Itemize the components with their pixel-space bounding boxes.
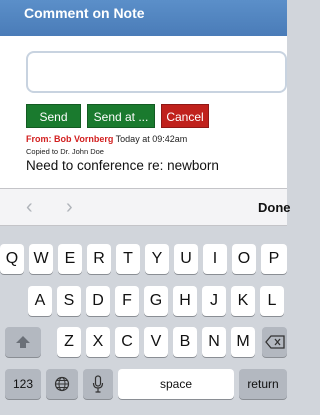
title-bar: Comment on Note bbox=[0, 0, 287, 36]
key-p[interactable]: P bbox=[261, 244, 287, 274]
key-r[interactable]: R bbox=[87, 244, 111, 274]
chevron-left-icon[interactable]: ‹ bbox=[26, 196, 33, 219]
key-d[interactable]: D bbox=[86, 286, 110, 316]
key-q[interactable]: Q bbox=[0, 244, 24, 274]
globe-key[interactable] bbox=[46, 369, 78, 399]
keyboard-accessory-bar: ‹ › Done bbox=[0, 188, 291, 226]
backspace-key[interactable] bbox=[262, 327, 287, 357]
key-f[interactable]: F bbox=[115, 286, 139, 316]
keyboard: Q W E R T Y U I O P A S D F G H J K L Z … bbox=[0, 226, 287, 415]
chevron-right-icon[interactable]: › bbox=[66, 196, 73, 219]
note-author: From: Bob Vornberg bbox=[26, 134, 114, 144]
key-x[interactable]: X bbox=[86, 327, 110, 357]
key-k[interactable]: K bbox=[231, 286, 255, 316]
send-at-button[interactable]: Send at ... bbox=[87, 104, 155, 128]
microphone-icon bbox=[92, 375, 104, 393]
key-t[interactable]: T bbox=[116, 244, 140, 274]
key-j[interactable]: J bbox=[202, 286, 226, 316]
note-copied-to: Copied to Dr. John Doe bbox=[26, 147, 104, 156]
key-v[interactable]: V bbox=[144, 327, 168, 357]
key-g[interactable]: G bbox=[144, 286, 168, 316]
key-i[interactable]: I bbox=[203, 244, 227, 274]
globe-icon bbox=[54, 376, 70, 391]
note-timestamp: Today at 09:42am bbox=[115, 134, 188, 144]
backspace-icon bbox=[264, 335, 285, 349]
key-w[interactable]: W bbox=[29, 244, 53, 274]
dictation-key[interactable] bbox=[83, 369, 113, 399]
note-body: Need to conference re: newborn bbox=[26, 158, 219, 173]
key-o[interactable]: O bbox=[232, 244, 256, 274]
key-h[interactable]: H bbox=[173, 286, 197, 316]
shift-key[interactable] bbox=[5, 327, 41, 357]
comment-input[interactable] bbox=[26, 51, 287, 93]
send-button[interactable]: Send bbox=[26, 104, 81, 128]
space-key[interactable]: space bbox=[118, 369, 234, 399]
key-y[interactable]: Y bbox=[145, 244, 169, 274]
key-a[interactable]: A bbox=[28, 286, 52, 316]
return-key[interactable]: return bbox=[239, 369, 287, 399]
key-m[interactable]: M bbox=[231, 327, 255, 357]
done-button[interactable]: Done bbox=[258, 200, 291, 215]
key-c[interactable]: C bbox=[115, 327, 139, 357]
key-b[interactable]: B bbox=[173, 327, 197, 357]
cancel-button[interactable]: Cancel bbox=[161, 104, 209, 128]
page-title: Comment on Note bbox=[24, 5, 145, 21]
key-e[interactable]: E bbox=[58, 244, 82, 274]
key-n[interactable]: N bbox=[202, 327, 226, 357]
key-z[interactable]: Z bbox=[57, 327, 81, 357]
key-u[interactable]: U bbox=[174, 244, 198, 274]
shift-icon bbox=[16, 335, 30, 348]
numbers-key[interactable]: 123 bbox=[5, 369, 41, 399]
key-s[interactable]: S bbox=[57, 286, 81, 316]
key-l[interactable]: L bbox=[260, 286, 284, 316]
note-header: From: Bob Vornberg Today at 09:42am bbox=[26, 134, 187, 144]
comment-panel: Send Send at ... Cancel From: Bob Vornbe… bbox=[0, 36, 287, 188]
